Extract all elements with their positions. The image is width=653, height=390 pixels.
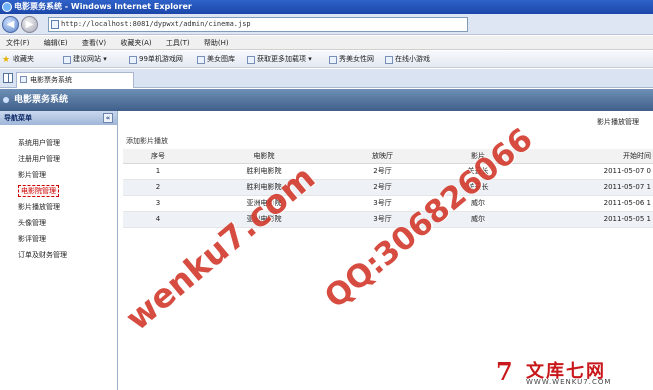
page-icon (63, 56, 71, 64)
sidebar-header: 导航菜单 « (0, 111, 117, 125)
url-input[interactable]: http://localhost:8081/dypwxt/admin/cinem… (48, 17, 468, 32)
column-header: 电影院 (193, 149, 335, 164)
page-icon (129, 56, 137, 64)
menu-file[interactable]: 文件(F) (0, 36, 36, 50)
sidebar-item-system-users[interactable]: 系统用户管理 (0, 135, 117, 151)
fav-item[interactable]: 获取更多加载项 ▾ (246, 53, 312, 66)
favorites-button[interactable]: ★ 收藏夹 (2, 53, 34, 66)
collapse-icon[interactable]: « (103, 113, 113, 123)
page-title: 影片播放管理 (597, 118, 639, 126)
tab-cinema-system[interactable]: 电影票务系统 (16, 72, 134, 88)
menu-view[interactable]: 查看(V) (76, 36, 112, 50)
column-header: 放映厅 (335, 149, 430, 164)
quick-tabs-icon[interactable] (3, 73, 13, 83)
favorites-bar: ★ 收藏夹 建议网站 ▾ 99单机游戏网 美女图库 获取更多加载项 ▾ 秀美女性网… (0, 51, 653, 68)
url-text: http://localhost:8081/dypwxt/admin/cinem… (61, 20, 251, 28)
column-header: 序号 (123, 149, 193, 164)
page-icon (51, 20, 59, 29)
app-logo-icon (3, 97, 9, 103)
table-header-row: 序号 电影院 放映厅 影片 开始时间 (123, 149, 653, 164)
column-header: 开始时间 (526, 149, 653, 164)
screenings-table: 序号 电影院 放映厅 影片 开始时间 1 胜利电影院 2号厅 关云长 2011-… (123, 149, 653, 228)
add-screening-link[interactable]: 添加影片播放 (126, 136, 168, 146)
star-icon: ★ (2, 55, 11, 65)
sidebar-menu: 系统用户管理 注册用户管理 影片管理 电影院管理 影片播放管理 头像管理 影评管… (0, 125, 117, 263)
sidebar-item-cinemas[interactable]: 电影院管理 (0, 183, 117, 199)
address-bar: ◀ ▶ http://localhost:8081/dypwxt/admin/c… (0, 14, 653, 35)
sidebar-item-registered-users[interactable]: 注册用户管理 (0, 151, 117, 167)
sidebar-item-avatars[interactable]: 头像管理 (0, 215, 117, 231)
window-titlebar: 电影票务系统 - Windows Internet Explorer (0, 0, 653, 14)
fav-item[interactable]: 在线小游戏 (384, 53, 430, 66)
favorites-label: 收藏夹 (13, 55, 34, 63)
page-icon (329, 56, 337, 64)
sidebar: 导航菜单 « 系统用户管理 注册用户管理 影片管理 电影院管理 影片播放管理 头… (0, 111, 118, 390)
sidebar-item-reviews[interactable]: 影评管理 (0, 231, 117, 247)
back-button[interactable]: ◀ (2, 16, 19, 33)
fav-item[interactable]: 建议网站 ▾ (62, 53, 107, 66)
menu-edit[interactable]: 编辑(E) (38, 36, 74, 50)
fav-item[interactable]: 秀美女性网 (328, 53, 374, 66)
main-panel: 影片播放管理 添加影片播放 序号 电影院 放映厅 影片 开始时间 1 胜利电影院… (119, 111, 653, 390)
menu-favorites[interactable]: 收藏夹(A) (114, 36, 157, 50)
sidebar-item-movies[interactable]: 影片管理 (0, 167, 117, 183)
sidebar-item-screenings[interactable]: 影片播放管理 (0, 199, 117, 215)
window-title: 电影票务系统 - Windows Internet Explorer (14, 2, 192, 11)
sidebar-title: 导航菜单 (4, 114, 32, 122)
app-title: 电影票务系统 (14, 95, 69, 105)
table-row[interactable]: 2 胜利电影院 2号厅 关云长 2011-05-07 1 (123, 179, 653, 196)
ie-icon (2, 2, 12, 12)
fav-item[interactable]: 美女图库 (196, 53, 235, 66)
menu-bar: 文件(F) 编辑(E) 查看(V) 收藏夹(A) 工具(T) 帮助(H) (0, 36, 653, 50)
page-icon (20, 76, 27, 83)
menu-tools[interactable]: 工具(T) (160, 36, 196, 50)
menu-help[interactable]: 帮助(H) (198, 36, 235, 50)
page-icon (197, 56, 205, 64)
app-header: 电影票务系统 (0, 89, 653, 111)
table-row[interactable]: 1 胜利电影院 2号厅 关云长 2011-05-07 0 (123, 163, 653, 180)
logo-mark: 7 (496, 357, 513, 386)
page-icon (247, 56, 255, 64)
table-row[interactable]: 4 亚洲电影院 3号厅 威尔 2011-05-05 1 (123, 211, 653, 228)
fav-item[interactable]: 99单机游戏网 (128, 53, 183, 66)
wenku7-logo: 7 文库七网 WWW.WENKU7.COM (488, 355, 653, 390)
forward-button[interactable]: ▶ (21, 16, 38, 33)
sidebar-item-orders[interactable]: 订单及财务管理 (0, 247, 117, 263)
table-row[interactable]: 3 亚洲电影院 3号厅 威尔 2011-05-06 1 (123, 195, 653, 212)
logo-url: WWW.WENKU7.COM (526, 378, 612, 386)
tab-bar: 电影票务系统 (0, 69, 653, 88)
column-header: 影片 (430, 149, 526, 164)
page-icon (385, 56, 393, 64)
